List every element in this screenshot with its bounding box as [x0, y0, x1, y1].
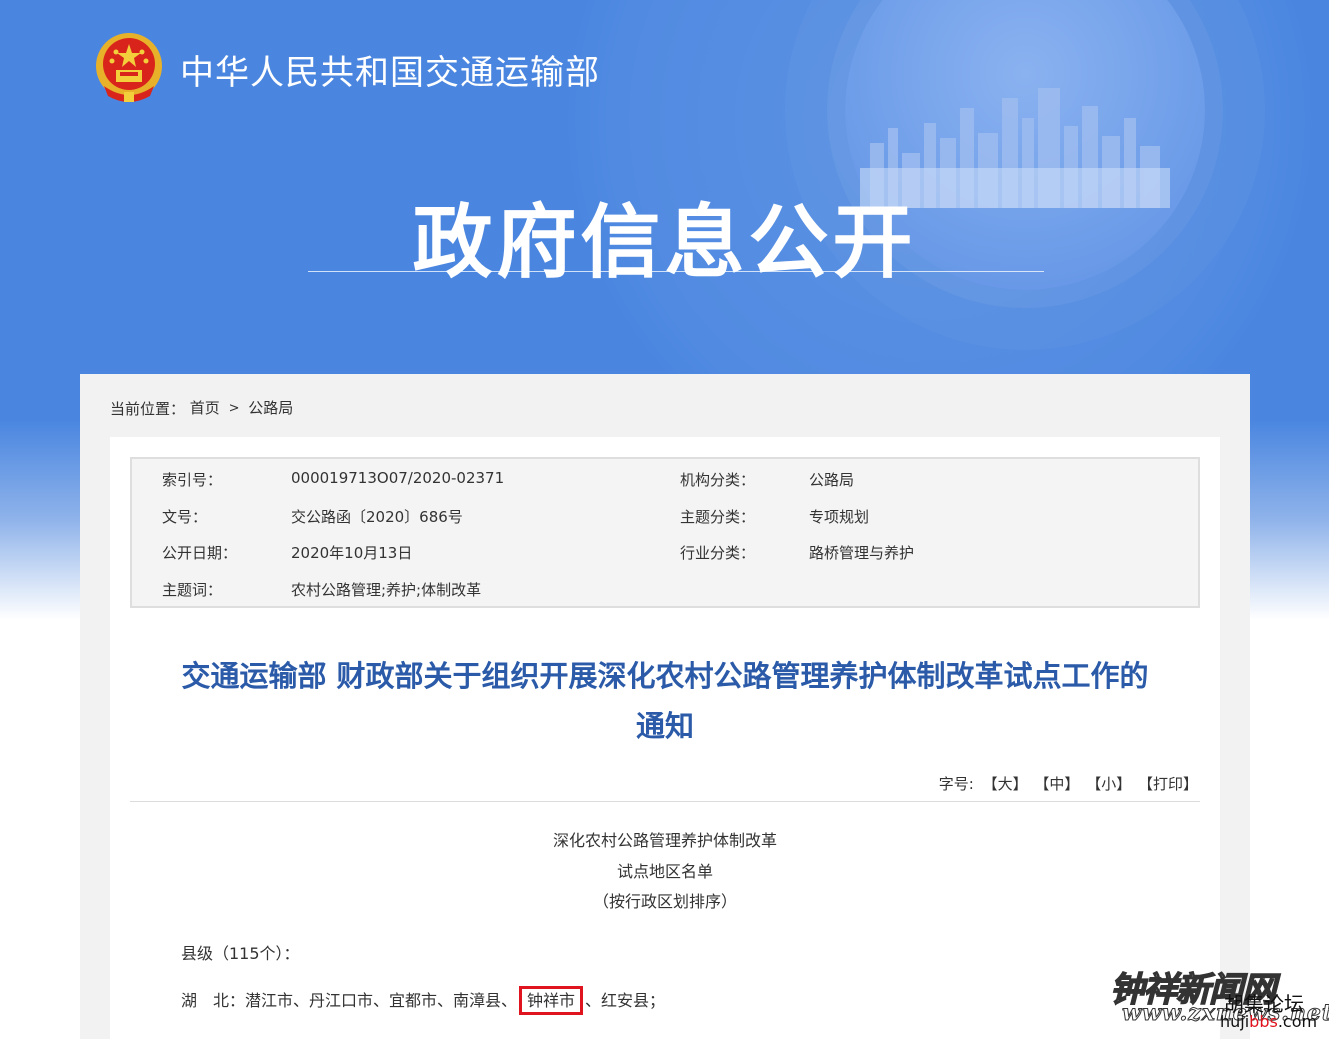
section-title: 政府信息公开	[412, 196, 917, 289]
meta-row-1: 索引号： 000019713O07/2020-02371 机构分类： 公路局	[162, 469, 1172, 489]
meta-row-3: 公开日期： 2020年10月13日 行业分类： 路桥管理与养护	[162, 542, 1172, 562]
print-button[interactable]: 【打印】	[1138, 775, 1198, 793]
highlighted-city: 钟祥市	[519, 986, 584, 1015]
index-no-label: 索引号：	[162, 471, 223, 489]
doc-no-value: 交公路函〔2020〕686号	[291, 508, 463, 526]
index-no-value: 000019713O07/2020-02371	[291, 469, 505, 487]
list-heading-2: 试点地区名单	[616, 862, 713, 881]
content-panel: 当前位置： 首页 > 公路局 索引号： 000019713O07/2020-02…	[80, 374, 1250, 1039]
watermark-forum-url: hujibbs.com	[1220, 1012, 1317, 1031]
font-size-medium-button[interactable]: 【中】	[1034, 775, 1079, 793]
doc-no-label: 文号：	[162, 508, 208, 526]
publish-date-label: 公开日期：	[162, 544, 238, 562]
document-title-line-2: 通知	[635, 709, 694, 743]
breadcrumb: 当前位置： 首页 > 公路局	[110, 397, 293, 419]
ministry-name: 中华人民共和国交通运输部	[180, 53, 600, 93]
document-title-line-1: 交通运输部 财政部关于组织开展深化农村公路管理养护体制改革试点工作的	[181, 659, 1149, 693]
article-container: 索引号： 000019713O07/2020-02371 机构分类： 公路局 文…	[110, 437, 1220, 1039]
hubei-list-prefix: 湖 北：潜江市、丹江口市、宜都市、南漳县、	[181, 991, 518, 1010]
keywords-value: 农村公路管理;养护;体制改革	[291, 581, 482, 599]
font-size-toolbar: 字号: 【大】 【中】 【小】 【打印】	[939, 773, 1198, 794]
org-label: 机构分类：	[680, 471, 756, 489]
watermark-forum-url-suffix: .com	[1277, 1012, 1318, 1031]
font-size-large-button[interactable]: 【大】	[983, 775, 1028, 793]
county-level-heading: 县级（115个）：	[181, 944, 300, 963]
watermark-forum-url-prefix: huji	[1220, 1012, 1250, 1031]
hubei-list: 湖 北：潜江市、丹江口市、宜都市、南漳县、 钟祥市 、红安县；	[181, 986, 666, 1015]
font-size-label: 字号:	[938, 775, 974, 793]
font-size-small-button[interactable]: 【小】	[1086, 775, 1131, 793]
breadcrumb-label: 当前位置：	[110, 400, 186, 418]
watermark-forum-url-bbs: bbs	[1249, 1012, 1278, 1031]
keywords-label: 主题词：	[162, 581, 223, 599]
topic-label: 主题分类：	[680, 508, 756, 526]
breadcrumb-current-link[interactable]: 公路局	[248, 399, 293, 417]
list-heading-1: 深化农村公路管理养护体制改革	[552, 831, 777, 850]
breadcrumb-home-link[interactable]: 首页	[190, 399, 220, 417]
publish-date-value: 2020年10月13日	[291, 544, 413, 562]
meta-row-2: 文号： 交公路函〔2020〕686号 主题分类： 专项规划	[162, 506, 1172, 526]
hubei-list-suffix: 、红安县；	[585, 991, 666, 1010]
national-emblem-icon	[96, 33, 162, 102]
industry-value: 路桥管理与养护	[809, 544, 915, 562]
content-divider	[130, 801, 1200, 802]
watermark: 钟祥新闻网 www.zxnews.net 胡集论坛 hujibbs.com	[1109, 962, 1329, 1034]
org-value: 公路局	[809, 471, 855, 489]
breadcrumb-separator: >	[228, 401, 240, 416]
list-heading-3: （按行政区划排序）	[592, 892, 737, 911]
title-divider	[308, 271, 1044, 272]
topic-value: 专项规划	[809, 508, 870, 526]
industry-label: 行业分类：	[680, 544, 756, 562]
document-title: 交通运输部 财政部关于组织开展深化农村公路管理养护体制改革试点工作的 通知	[110, 651, 1220, 751]
document-meta-box: 索引号： 000019713O07/2020-02371 机构分类： 公路局 文…	[130, 457, 1200, 608]
meta-row-4: 主题词： 农村公路管理;养护;体制改革	[162, 579, 1172, 599]
